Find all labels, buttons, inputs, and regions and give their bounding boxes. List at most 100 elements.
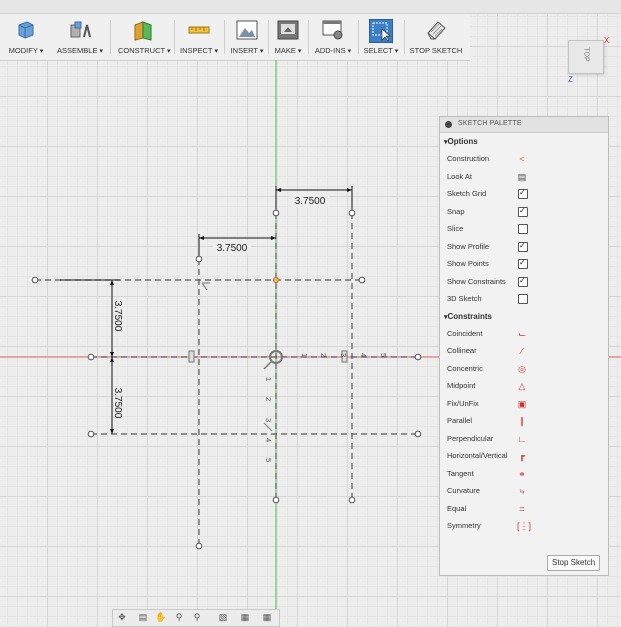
sketch-point[interactable] (272, 209, 280, 217)
constraint-label: Fix/UnFix (447, 398, 479, 408)
option-sketch-grid[interactable]: Sketch Grid (440, 185, 608, 203)
display-settings-icon[interactable]: ▧ (217, 612, 229, 623)
curvature-icon[interactable]: ⤷ (517, 486, 527, 496)
sketch-point[interactable] (348, 209, 356, 217)
grid-settings-icon[interactable]: ▦ (239, 612, 251, 623)
tick-number: 4 (359, 353, 368, 357)
tick-number: 5 (379, 353, 388, 357)
constraint-parallel[interactable]: Parallel ∥ (440, 412, 608, 430)
show-points-checkbox[interactable] (518, 258, 528, 269)
show-constraints-checkbox[interactable] (518, 276, 528, 287)
dimension-value[interactable]: 3.7500 (112, 301, 123, 332)
sketch-point[interactable] (31, 276, 39, 284)
fix-icon[interactable]: ▣ (517, 399, 527, 409)
option-label: Show Constraints (447, 276, 506, 286)
option-3d-sketch[interactable]: 3D Sketch (440, 290, 608, 308)
construction-icon[interactable]: < (517, 154, 527, 164)
constraint-collinear[interactable]: Collinear ∕ (440, 342, 608, 360)
concentric-icon[interactable]: ◎ (517, 364, 527, 374)
constraint-label: Coincident (447, 328, 483, 338)
option-label: Show Profile (447, 241, 490, 251)
dimension-arrow (110, 357, 114, 362)
dimension-value[interactable]: 3.7500 (217, 243, 248, 254)
view-cube-x-axis: X (604, 36, 610, 45)
sketch-point[interactable] (358, 276, 366, 284)
constraint-fix-unfix[interactable]: Fix/UnFix ▣ (440, 395, 608, 413)
construction-lines (35, 213, 418, 546)
sketch-point[interactable] (87, 353, 95, 361)
constraint-tangent[interactable]: Tangent ⚭ (440, 465, 608, 483)
perpendicular-icon[interactable]: ∟ (517, 434, 527, 444)
pan-icon[interactable]: ✋ (155, 612, 167, 623)
tick-number: 3 (264, 418, 273, 422)
constraint-midpoint[interactable]: Midpoint △ (440, 377, 608, 395)
palette-header[interactable]: SKETCH PALETTE (440, 117, 608, 133)
option-show-profile[interactable]: Show Profile (440, 238, 608, 256)
collinear-icon (263, 422, 273, 432)
dimension-arrow (110, 429, 114, 434)
midpoint-icon[interactable]: △ (517, 381, 527, 391)
sketch-point[interactable] (414, 353, 422, 361)
coincident-icon (272, 276, 280, 284)
sketch-point[interactable] (195, 542, 203, 550)
constraints-section-header[interactable]: Constraints (440, 308, 608, 325)
option-look-at[interactable]: Look At ▤ (440, 168, 608, 186)
constraint-symmetry[interactable]: Symmetry [⋮] (440, 517, 608, 535)
origin-glyph (263, 361, 272, 370)
sketch-point[interactable] (87, 430, 95, 438)
option-show-points[interactable]: Show Points (440, 255, 608, 273)
sketch-point[interactable] (195, 255, 203, 263)
option-show-constraints[interactable]: Show Constraints (440, 273, 608, 291)
parallel-icon[interactable]: ∥ (517, 416, 527, 426)
look-at-icon[interactable]: ▤ (137, 612, 149, 623)
equal-icon[interactable]: = (517, 504, 527, 514)
stop-sketch-button[interactable]: Stop Sketch (547, 555, 601, 571)
dimension-arrow (199, 236, 204, 240)
sketch-points (31, 209, 422, 550)
collinear-icon[interactable]: ∕ (517, 346, 527, 356)
constraint-curvature[interactable]: Curvature ⤷ (440, 482, 608, 500)
dimension-arrow (347, 188, 352, 192)
dimension-value[interactable]: 3.7500 (295, 196, 326, 207)
orbit-icon[interactable]: ✥ (116, 612, 128, 623)
tick-number: 5 (264, 458, 273, 462)
sketch-point[interactable] (348, 496, 356, 504)
fit-icon[interactable]: ⚲ (191, 612, 203, 623)
dimension-arrow (110, 280, 114, 285)
coincident-icon[interactable]: ⌙ (517, 329, 527, 339)
dimension-arrows (110, 188, 352, 434)
palette-collapse-icon[interactable] (445, 121, 452, 128)
snap-checkbox[interactable] (518, 206, 528, 217)
dimension-value[interactable]: 3.7500 (112, 388, 123, 419)
option-construction[interactable]: Construction < (440, 150, 608, 168)
look-at-icon[interactable]: ▤ (517, 172, 527, 182)
constraint-coincident[interactable]: Coincident ⌙ (440, 325, 608, 343)
slice-checkbox[interactable] (518, 224, 528, 234)
option-slice[interactable]: Slice (440, 220, 608, 238)
option-snap[interactable]: Snap (440, 203, 608, 221)
tick-number: 4 (264, 438, 273, 442)
constraint-perpendicular[interactable]: Perpendicular ∟ (440, 430, 608, 448)
viewports-icon[interactable]: ▦ (261, 612, 273, 623)
constraint-label: Symmetry (447, 521, 481, 530)
symmetry-icon[interactable]: [⋮] (517, 521, 531, 531)
3d-sketch-checkbox[interactable] (518, 294, 528, 304)
constraint-horizontal-vertical[interactable]: Horizontal/Vertical ┏ (440, 447, 608, 465)
view-cube[interactable]: TOP (568, 40, 604, 74)
fix-icon (188, 350, 195, 363)
horizontal-vertical-icon[interactable]: ┏ (517, 451, 527, 461)
zoom-icon[interactable]: ⚲ (173, 612, 185, 623)
options-section-header[interactable]: Options (440, 133, 608, 150)
tangent-icon[interactable]: ⚭ (517, 469, 527, 479)
dimension-arrow (276, 188, 281, 192)
sketch-point[interactable] (272, 496, 280, 504)
sketch-grid-checkbox[interactable] (518, 188, 528, 199)
sketch-point[interactable] (414, 430, 422, 438)
option-label: Construction (447, 154, 490, 163)
constraint-label: Tangent (447, 468, 474, 478)
show-profile-checkbox[interactable] (518, 241, 528, 252)
constraint-concentric[interactable]: Concentric ◎ (440, 360, 608, 378)
tick-number: 3 (339, 353, 348, 357)
option-label: Sketch Grid (447, 189, 487, 198)
constraint-equal[interactable]: Equal = (440, 500, 608, 518)
